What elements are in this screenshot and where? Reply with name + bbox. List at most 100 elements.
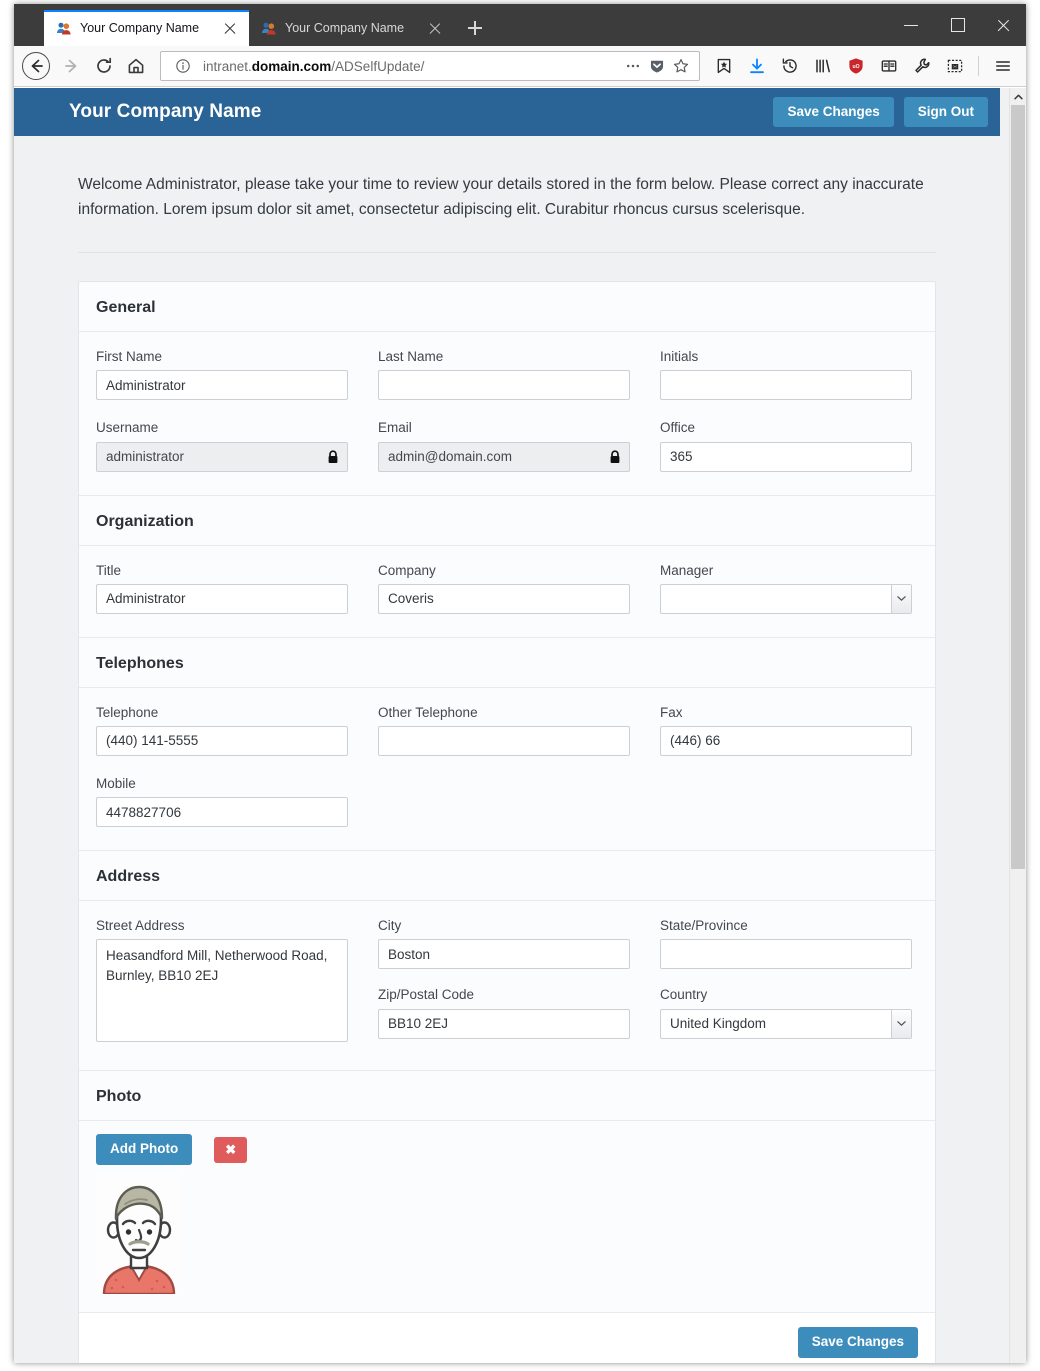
section-body-telephones: Telephone Other Telephone — [79, 686, 935, 852]
field-state: State/Province — [660, 918, 912, 970]
ublock-origin-icon[interactable]: uO — [840, 51, 871, 82]
sign-out-button[interactable]: Sign Out — [903, 96, 988, 128]
info-circle-icon[interactable] — [171, 54, 195, 78]
new-tab-button[interactable] — [458, 11, 492, 45]
office-input[interactable] — [660, 441, 912, 472]
field-title: Title — [96, 563, 348, 614]
star-outline-icon[interactable] — [669, 54, 693, 78]
country-select[interactable]: United Kingdom — [660, 1008, 912, 1039]
title-input[interactable] — [96, 583, 348, 614]
mobile-input[interactable] — [96, 797, 348, 828]
tab-title: Your Company Name — [285, 21, 405, 35]
field-initials: Initials — [660, 349, 912, 401]
section-body-photo: Add Photo ✖ — [79, 1120, 935, 1312]
label-email: Email — [378, 420, 412, 436]
browser-window: Your Company Name Your Company Name intr… — [14, 4, 1026, 1363]
section-body-address: Street Address Heasandford Mill, Netherw… — [79, 900, 935, 1072]
close-icon[interactable] — [980, 4, 1026, 46]
app-header: Your Company Name Save Changes Sign Out — [14, 88, 1000, 136]
page-container: Welcome Administrator, please take your … — [78, 136, 936, 1363]
username-input — [96, 441, 348, 472]
scroll-up-arrow-icon[interactable] — [1010, 88, 1026, 105]
devtools-wrench-icon[interactable] — [906, 51, 937, 82]
field-office: Office — [660, 420, 912, 472]
first-name-input[interactable] — [96, 370, 348, 401]
page-content: Your Company Name Save Changes Sign Out … — [14, 88, 1000, 1363]
tab-close-icon[interactable] — [219, 17, 241, 39]
field-mobile: Mobile — [96, 776, 348, 828]
user-avatar — [96, 1174, 182, 1295]
field-company: Company — [378, 563, 630, 614]
save-to-pocket-icon[interactable] — [708, 51, 739, 82]
label-fax: Fax — [660, 704, 683, 720]
browser-titlebar: Your Company Name Your Company Name — [14, 4, 1026, 46]
toolbar-separator — [978, 56, 979, 76]
reload-icon[interactable] — [88, 50, 120, 82]
tab-title: Your Company Name — [80, 21, 200, 35]
section-title-telephones: Telephones — [96, 654, 184, 672]
initials-input[interactable] — [660, 370, 912, 401]
section-body-organization: Title Company — [79, 544, 935, 638]
telephone-input[interactable] — [96, 725, 348, 756]
history-icon[interactable] — [774, 51, 805, 82]
pocket-shield-icon[interactable] — [645, 54, 669, 78]
photo-actions: Add Photo ✖ — [96, 1134, 918, 1166]
section-title-organization: Organization — [96, 512, 194, 530]
footer-save-changes-button[interactable]: Save Changes — [797, 1327, 918, 1359]
field-manager: Manager — [660, 563, 912, 614]
hamburger-menu-icon[interactable] — [987, 51, 1018, 82]
label-street-address: Street Address — [96, 918, 185, 934]
forward-arrow-icon[interactable] — [56, 50, 88, 82]
reader-sidebar-icon[interactable] — [873, 51, 904, 82]
tab-close-icon[interactable] — [424, 17, 446, 39]
scrollbar-thumb[interactable] — [1011, 105, 1025, 869]
page-scrollbar[interactable] — [1009, 88, 1026, 1363]
city-input[interactable] — [378, 939, 630, 970]
section-title-photo: Photo — [96, 1088, 142, 1106]
zip-input[interactable] — [378, 1008, 630, 1039]
app-brand-title: Your Company Name — [69, 101, 262, 122]
section-title-address: Address — [96, 868, 161, 886]
tab-strip: Your Company Name Your Company Name — [14, 4, 492, 46]
browser-tab-2[interactable]: Your Company Name — [249, 10, 454, 46]
field-email: Email — [378, 420, 630, 472]
users-favicon-icon — [261, 20, 277, 36]
remove-photo-button[interactable]: ✖ — [214, 1136, 248, 1163]
users-favicon-icon — [56, 20, 72, 36]
label-country: Country — [660, 987, 708, 1003]
manager-select[interactable] — [660, 583, 912, 614]
street-address-textarea[interactable]: Heasandford Mill, Netherwood Road, Burnl… — [96, 939, 348, 1043]
home-icon[interactable] — [120, 50, 152, 82]
svg-text:uO: uO — [852, 64, 859, 70]
field-street-address: Street Address Heasandford Mill, Netherw… — [96, 918, 348, 1047]
back-arrow-icon[interactable] — [22, 52, 50, 80]
section-title-general: General — [79, 282, 935, 333]
field-fax: Fax — [660, 705, 912, 756]
field-country: Country United Kingdom — [660, 987, 912, 1039]
email-input — [378, 441, 630, 472]
state-input[interactable] — [660, 939, 912, 970]
downloads-icon[interactable] — [741, 51, 772, 82]
minimize-icon[interactable] — [888, 4, 934, 46]
field-city: City — [378, 918, 630, 970]
last-name-input[interactable] — [378, 370, 630, 401]
header-actions: Save Changes Sign Out — [773, 96, 988, 128]
window-controls — [888, 4, 1026, 46]
card-footer: Save Changes — [79, 1312, 935, 1363]
address-bar[interactable]: intranet.domain.com/ADSelfUpdate/ — [160, 51, 700, 81]
library-icon[interactable] — [807, 51, 838, 82]
address-bar-url: intranet.domain.com/ADSelfUpdate/ — [203, 58, 425, 74]
other-telephone-input[interactable] — [378, 725, 630, 756]
fax-input[interactable] — [660, 725, 912, 756]
field-zip: Zip/Postal Code — [378, 987, 630, 1039]
screenshot-icon[interactable] — [939, 51, 970, 82]
label-office: Office — [660, 420, 696, 436]
company-input[interactable] — [378, 583, 630, 614]
field-other-telephone: Other Telephone — [378, 705, 630, 756]
browser-tab-1[interactable]: Your Company Name — [44, 10, 249, 46]
maximize-icon[interactable] — [934, 4, 980, 46]
header-save-changes-button[interactable]: Save Changes — [773, 96, 894, 128]
add-photo-button[interactable]: Add Photo — [96, 1134, 193, 1166]
welcome-message: Welcome Administrator, please take your … — [78, 176, 924, 219]
ellipsis-icon[interactable] — [621, 54, 645, 78]
